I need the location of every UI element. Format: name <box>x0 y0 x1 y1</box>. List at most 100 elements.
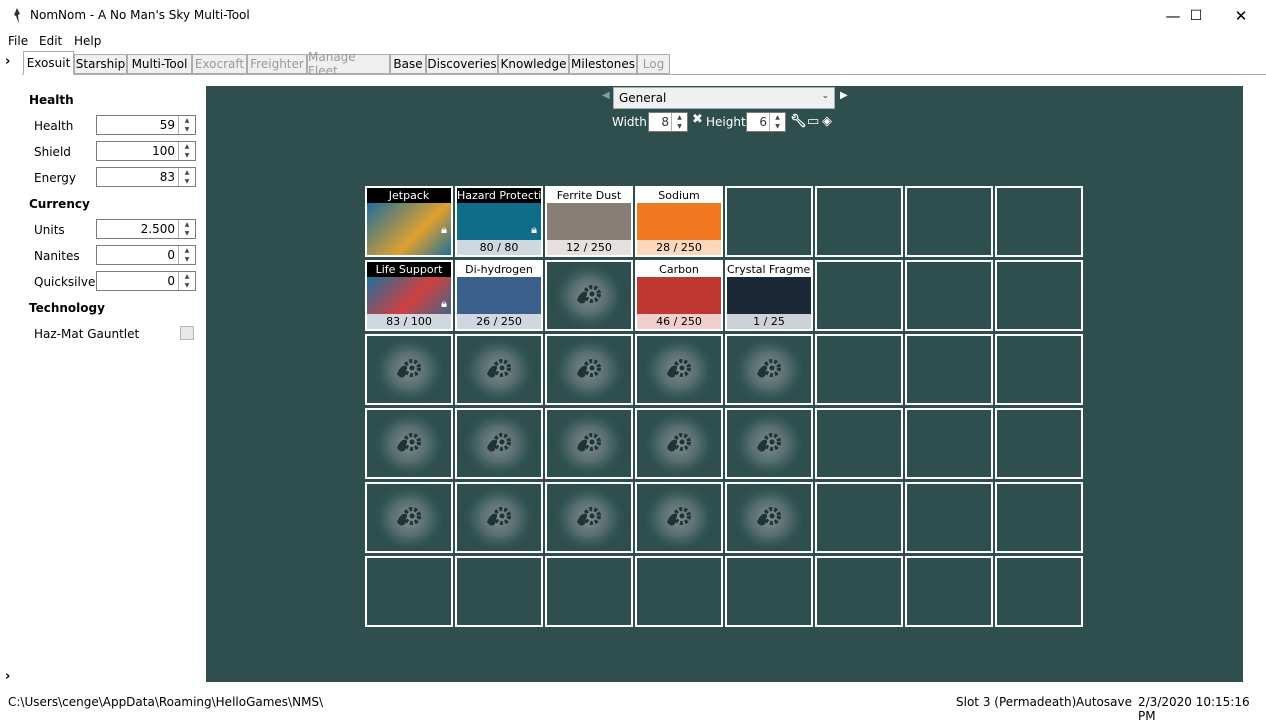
inventory-slot-carbon[interactable]: Carbon 46 / 250 <box>635 260 723 331</box>
tab-multi-tool[interactable]: Multi-Tool <box>127 54 192 74</box>
hazmat-checkbox[interactable] <box>180 326 194 340</box>
nanites-stepper-arrows[interactable]: ▲ ▼ <box>178 246 195 264</box>
prev-inventory-icon[interactable]: ◀ <box>602 90 610 101</box>
status-slot: Slot 3 (Permadeath) <box>956 695 1077 709</box>
empty-tech-slot[interactable] <box>365 334 453 405</box>
empty-slot[interactable] <box>905 260 993 331</box>
empty-tech-slot[interactable] <box>455 482 543 553</box>
inventory-slot-jetpack[interactable]: Jetpack 🔒︎ <box>365 186 453 257</box>
empty-slot[interactable] <box>815 556 903 627</box>
empty-slot[interactable] <box>725 186 813 257</box>
expand-sidebar-icon[interactable]: › <box>5 54 10 69</box>
inventory-slot-ferrite-dust[interactable]: Ferrite Dust 12 / 250 <box>545 186 633 257</box>
empty-slot[interactable] <box>815 260 903 331</box>
energy-stepper[interactable]: 83 ▲ ▼ <box>96 167 196 187</box>
energy-stepper-arrows[interactable]: ▲ ▼ <box>178 168 195 186</box>
empty-tech-slot[interactable] <box>545 260 633 331</box>
menu-file[interactable]: File <box>8 34 28 48</box>
quicksilver-stepper-arrows[interactable]: ▲ ▼ <box>178 272 195 290</box>
resize-icon[interactable]: ▭ <box>807 114 819 129</box>
empty-tech-slot[interactable] <box>635 482 723 553</box>
empty-slot[interactable] <box>815 408 903 479</box>
empty-slot[interactable] <box>995 408 1083 479</box>
inventory-slot-hazard-protection[interactable]: Hazard Protection 80 / 80 🔒︎ <box>455 186 543 257</box>
empty-tech-slot[interactable] <box>545 334 633 405</box>
empty-slot[interactable] <box>995 482 1083 553</box>
height-stepper[interactable]: 6 ▲ ▼ <box>746 112 786 132</box>
item-count: 12 / 250 <box>547 240 631 255</box>
empty-slot[interactable] <box>905 186 993 257</box>
empty-slot[interactable] <box>455 556 543 627</box>
title-bar: NomNom - A No Man's Sky Multi-Tool — ☐ ✕ <box>0 0 1266 32</box>
empty-slot[interactable] <box>725 556 813 627</box>
empty-tech-slot[interactable] <box>725 408 813 479</box>
expand-bottom-icon[interactable]: › <box>5 669 10 684</box>
next-inventory-icon[interactable]: ▶ <box>840 90 848 101</box>
health-stepper[interactable]: 59 ▲ ▼ <box>96 115 196 135</box>
chevron-down-icon: ⌄ <box>821 91 829 101</box>
empty-tech-slot[interactable] <box>725 482 813 553</box>
maximize-button[interactable]: ☐ <box>1173 0 1219 32</box>
tab-exosuit[interactable]: Exosuit <box>23 51 74 75</box>
inventory-slot-di-hydrogen[interactable]: Di-hydrogen 26 / 250 <box>455 260 543 331</box>
units-stepper[interactable]: 2.500 ▲ ▼ <box>96 219 196 239</box>
empty-slot[interactable] <box>995 260 1083 331</box>
inventory-slot-crystal-fragment[interactable]: Crystal Fragment 1 / 25 <box>725 260 813 331</box>
empty-slot[interactable] <box>635 556 723 627</box>
empty-tech-slot[interactable] <box>725 334 813 405</box>
empty-slot[interactable] <box>365 556 453 627</box>
empty-slot[interactable] <box>815 334 903 405</box>
tech-gear-icon <box>567 350 611 390</box>
inventory-slot-life-support[interactable]: Life Support 83 / 100 🔒︎ <box>365 260 453 331</box>
close-button[interactable]: ✕ <box>1218 0 1264 32</box>
paint-bucket-icon[interactable]: ◈ <box>822 114 832 129</box>
tab-milestones[interactable]: Milestones <box>569 54 637 74</box>
tech-gear-icon <box>747 350 791 390</box>
empty-tech-slot[interactable] <box>455 408 543 479</box>
wrench-icon[interactable]: 🔧︎ <box>790 114 807 129</box>
empty-slot[interactable] <box>815 186 903 257</box>
empty-tech-slot[interactable] <box>455 334 543 405</box>
tab-divider <box>22 74 1266 75</box>
tech-gear-icon <box>657 498 701 538</box>
item-image <box>547 203 631 240</box>
empty-slot[interactable] <box>815 482 903 553</box>
empty-tech-slot[interactable] <box>545 408 633 479</box>
empty-slot[interactable] <box>905 334 993 405</box>
empty-tech-slot[interactable] <box>365 482 453 553</box>
empty-slot[interactable] <box>995 186 1083 257</box>
units-stepper-arrows[interactable]: ▲ ▼ <box>178 220 195 238</box>
empty-slot[interactable] <box>905 482 993 553</box>
health-label: Health <box>34 119 74 133</box>
tab-knowledge[interactable]: Knowledge <box>498 54 569 74</box>
tab-base[interactable]: Base <box>390 54 426 74</box>
shield-stepper[interactable]: 100 ▲ ▼ <box>96 141 196 161</box>
inventory-select[interactable]: General ⌄ <box>613 87 835 109</box>
inventory-slot-sodium[interactable]: Sodium 28 / 250 <box>635 186 723 257</box>
empty-tech-slot[interactable] <box>635 408 723 479</box>
height-stepper-arrows[interactable]: ▲ ▼ <box>769 113 785 131</box>
menu-edit[interactable]: Edit <box>39 34 62 48</box>
item-count: 26 / 250 <box>457 314 541 329</box>
shield-stepper-arrows[interactable]: ▲ ▼ <box>178 142 195 160</box>
tab-discoveries[interactable]: Discoveries <box>426 54 498 74</box>
tab-starship[interactable]: Starship <box>74 54 127 74</box>
empty-slot[interactable] <box>905 408 993 479</box>
nanites-stepper[interactable]: 0 ▲ ▼ <box>96 245 196 265</box>
empty-slot[interactable] <box>905 556 993 627</box>
swap-dimensions-icon[interactable]: ✖ <box>692 112 703 127</box>
tab-bar: › Exosuit Starship Multi-Tool Exocraft F… <box>0 50 1266 78</box>
width-stepper-arrows[interactable]: ▲ ▼ <box>671 113 687 131</box>
menu-help[interactable]: Help <box>74 34 101 48</box>
empty-slot[interactable] <box>545 556 633 627</box>
empty-tech-slot[interactable] <box>365 408 453 479</box>
item-label: Life Support <box>367 262 451 277</box>
width-stepper[interactable]: 8 ▲ ▼ <box>648 112 688 132</box>
empty-slot[interactable] <box>995 334 1083 405</box>
empty-tech-slot[interactable] <box>545 482 633 553</box>
empty-tech-slot[interactable] <box>635 334 723 405</box>
empty-slot[interactable] <box>995 556 1083 627</box>
height-label: Height <box>706 115 746 129</box>
quicksilver-stepper[interactable]: 0 ▲ ▼ <box>96 271 196 291</box>
health-stepper-arrows[interactable]: ▲ ▼ <box>178 116 195 134</box>
